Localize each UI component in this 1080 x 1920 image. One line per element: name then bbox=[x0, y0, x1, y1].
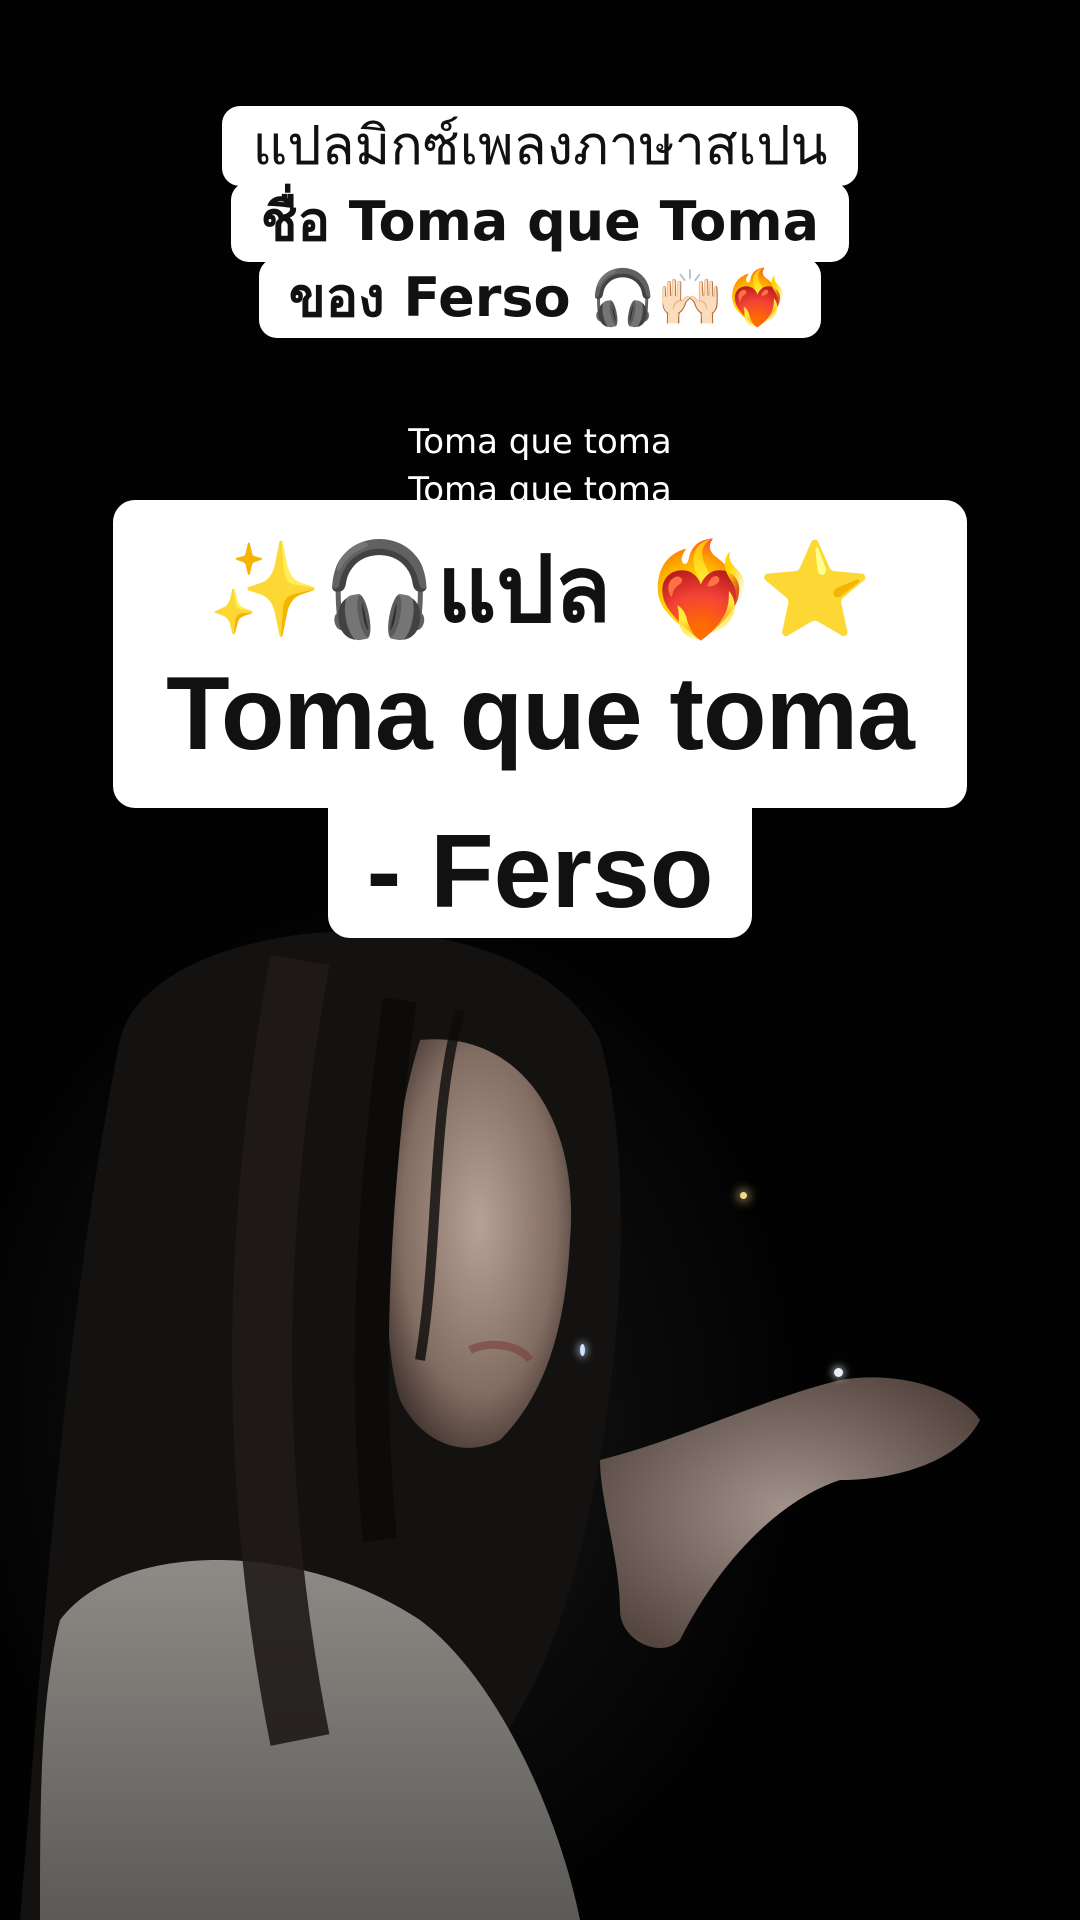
person-silhouette bbox=[20, 930, 980, 1920]
light-speck bbox=[834, 1368, 843, 1377]
caption-line-1: แปลมิกซ์เพลงภาษาสเปน bbox=[222, 106, 858, 186]
title-line-2: Toma que toma bbox=[166, 656, 915, 772]
caption-line-3: ของ Ferso 🎧🙌🏻❤️‍🔥 bbox=[258, 258, 822, 338]
light-speck bbox=[740, 1192, 747, 1199]
title-line-1: ✨🎧แปล ❤️‍🔥⭐ bbox=[207, 536, 873, 643]
top-caption: แปลมิกซ์เพลงภาษาสเปน ชื่อ Toma que Toma … bbox=[0, 106, 1080, 338]
light-speck bbox=[580, 1344, 585, 1356]
caption-line-2: ชื่อ Toma que Toma bbox=[230, 182, 850, 262]
lyrics-line-1: Toma que toma bbox=[408, 422, 672, 462]
title-card-bottom: - Ferso bbox=[328, 806, 752, 938]
title-card: ✨🎧แปล ❤️‍🔥⭐ Toma que toma - Ferso bbox=[0, 500, 1080, 938]
title-card-top: ✨🎧แปล ❤️‍🔥⭐ Toma que toma bbox=[113, 500, 967, 808]
title-line-3: - Ferso bbox=[366, 814, 714, 930]
